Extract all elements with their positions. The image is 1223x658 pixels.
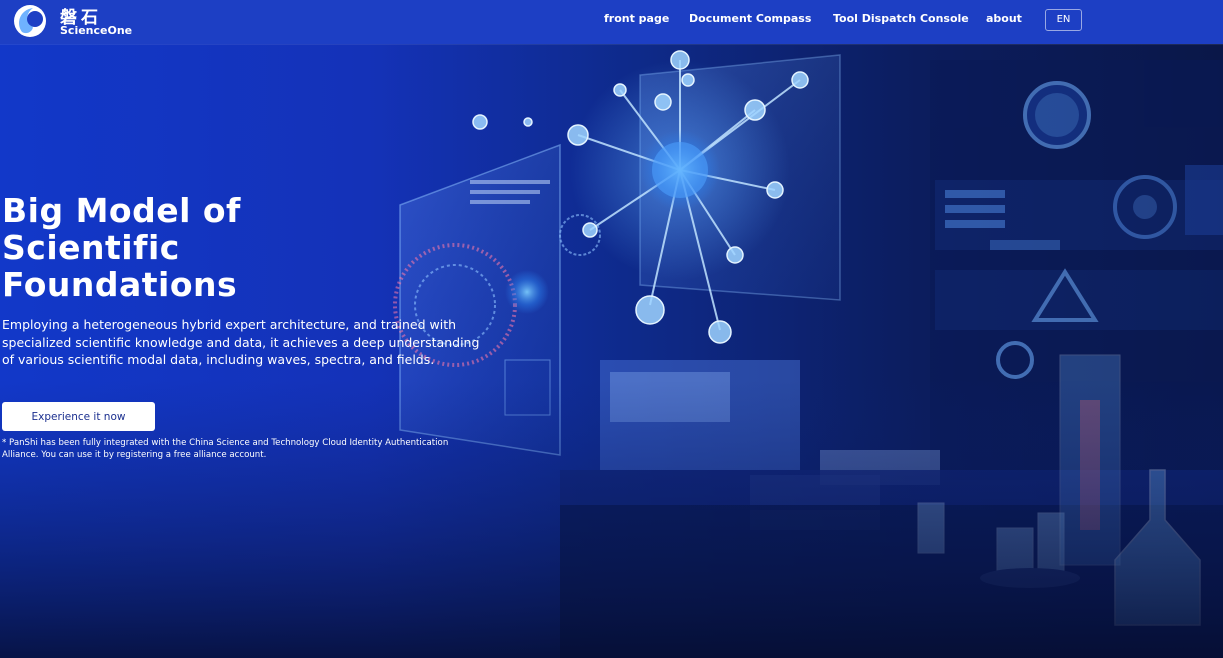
- scienceone-logo-icon[interactable]: [13, 4, 47, 38]
- hero-title: Big Model of Scientific Foundations: [2, 192, 442, 303]
- language-toggle-button[interactable]: EN: [1045, 9, 1082, 31]
- top-nav-bar: 磐石 ScienceOne front page Document Compas…: [0, 0, 1223, 44]
- hero-title-line: Foundations: [2, 265, 238, 304]
- hero-description: Employing a heterogeneous hybrid expert …: [2, 317, 480, 367]
- experience-now-button[interactable]: Experience it now: [2, 402, 155, 431]
- nav-item-front-page[interactable]: front page: [604, 12, 669, 25]
- nav-item-document-compass[interactable]: Document Compass: [689, 12, 811, 25]
- hero-title-line: Big Model of: [2, 191, 241, 230]
- page: 磐石 ScienceOne front page Document Compas…: [0, 0, 1223, 658]
- brand-name-en[interactable]: ScienceOne: [60, 24, 132, 37]
- nav-item-tool-dispatch-console[interactable]: Tool Dispatch Console: [833, 12, 969, 25]
- nav-item-about[interactable]: about: [986, 12, 1022, 25]
- alliance-footnote: * PanShi has been fully integrated with …: [2, 438, 449, 460]
- hero-title-line: Scientific: [2, 228, 180, 267]
